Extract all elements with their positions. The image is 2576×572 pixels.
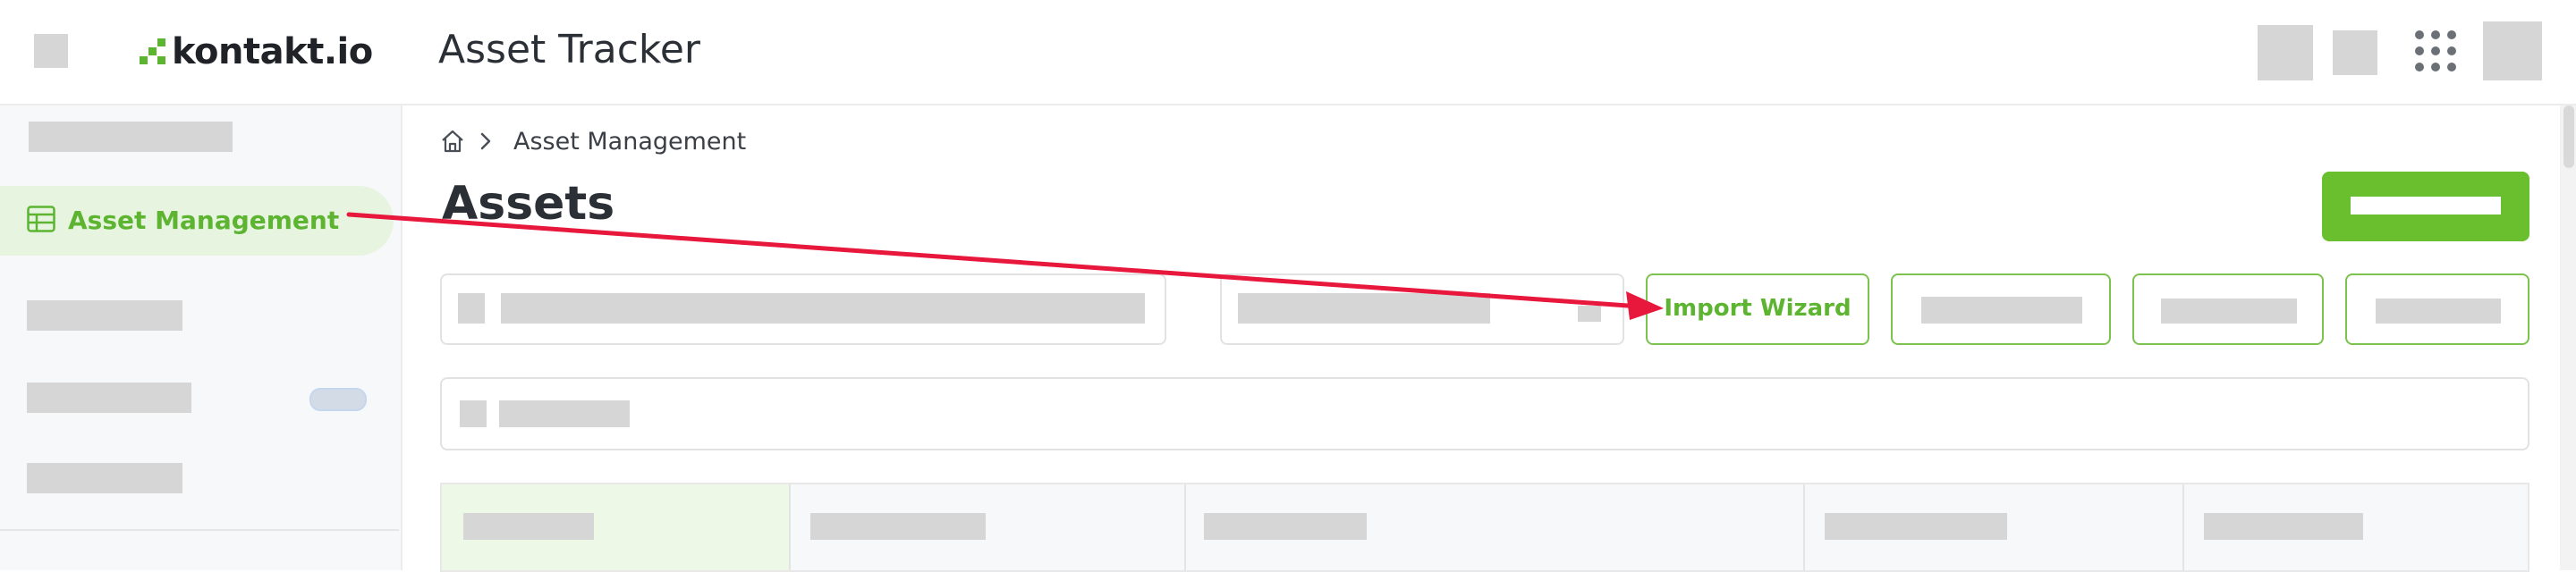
avatar[interactable]: [2483, 21, 2542, 80]
toolbar-button-2[interactable]: [1891, 273, 2111, 345]
brand-mark-icon: [140, 38, 165, 64]
filter-select-value: [1238, 293, 1490, 324]
breadcrumb-current[interactable]: Asset Management: [513, 128, 746, 156]
sidebar-badge: [309, 388, 367, 411]
sidebar-divider: [0, 529, 399, 531]
column-label-1: [463, 513, 594, 540]
search-placeholder: [501, 293, 1145, 324]
search-input[interactable]: [440, 273, 1166, 345]
app-header: kontakt.io Asset Tracker: [0, 0, 2576, 105]
scrollbar-thumb[interactable]: [2563, 105, 2574, 168]
toolbar-button-3-label: [2161, 299, 2297, 324]
table-header: [440, 483, 2529, 572]
toolbar-button-3[interactable]: [2132, 273, 2324, 345]
filter-icon: [460, 400, 487, 427]
filter-chip-label: [499, 400, 630, 427]
chevron-right-icon: [480, 132, 491, 150]
table-header-cell-1[interactable]: [442, 484, 789, 570]
app-title: Asset Tracker: [438, 27, 700, 72]
page-title: Assets: [442, 177, 615, 231]
menu-icon[interactable]: [34, 34, 68, 68]
brand-name: kontakt.io: [172, 31, 373, 72]
sidebar-item-asset-management[interactable]: Asset Management: [0, 186, 394, 256]
header-action-1[interactable]: [2258, 25, 2313, 80]
home-icon[interactable]: [440, 129, 465, 154]
sidebar-item-2[interactable]: [27, 300, 182, 331]
column-label-2[interactable]: [810, 513, 986, 540]
primary-action-button[interactable]: [2322, 172, 2529, 241]
sidebar-item-3[interactable]: [27, 383, 191, 413]
chevron-down-icon: [1578, 306, 1601, 322]
page-scrollbar[interactable]: [2560, 105, 2576, 570]
sidebar-item-top[interactable]: [29, 122, 233, 152]
search-icon: [458, 293, 485, 324]
toolbar-button-4-label: [2376, 299, 2501, 324]
import-wizard-button[interactable]: Import Wizard: [1646, 273, 1869, 345]
sidebar: Asset Management: [0, 105, 402, 570]
sidebar-item-4[interactable]: [27, 463, 182, 493]
column-label-4[interactable]: [1825, 513, 2007, 540]
column-label-5[interactable]: [2204, 513, 2363, 540]
column-label-3[interactable]: [1204, 513, 1367, 540]
filter-select[interactable]: [1220, 273, 1624, 345]
sidebar-item-label: Asset Management: [68, 206, 340, 235]
filter-chip-bar[interactable]: [440, 377, 2529, 450]
toolbar-button-4[interactable]: [2345, 273, 2529, 345]
table-icon: [27, 206, 55, 232]
primary-action-label-placeholder: [2351, 197, 2501, 214]
import-wizard-label: Import Wizard: [1664, 295, 1852, 322]
header-action-2[interactable]: [2333, 30, 2377, 75]
toolbar-button-2-label: [1921, 297, 2082, 324]
brand-logo[interactable]: kontakt.io: [138, 30, 373, 73]
breadcrumb: Asset Management: [440, 125, 746, 157]
apps-grid-icon[interactable]: [2413, 29, 2458, 73]
